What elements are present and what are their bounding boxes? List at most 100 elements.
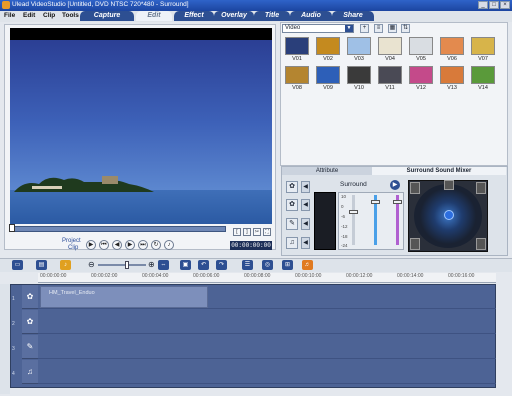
- fader-track-1[interactable]: [352, 195, 355, 245]
- timeline-toolbar: [0, 258, 512, 272]
- video-track-icon[interactable]: ✿: [22, 285, 38, 309]
- zoom-in-icon[interactable]: ⊕: [148, 260, 155, 270]
- auto-music-icon[interactable]: ♬: [302, 260, 313, 270]
- audio-mixer-icon[interactable]: ⊞: [282, 260, 293, 270]
- scale-label: -12: [341, 224, 348, 229]
- menu-tools[interactable]: Tools: [62, 12, 79, 19]
- library-thumbnail[interactable]: [378, 37, 402, 55]
- fader-knob-1[interactable]: [349, 210, 358, 214]
- smart-proxy-icon[interactable]: ◎: [262, 260, 273, 270]
- undo-icon[interactable]: ↶: [198, 260, 209, 270]
- volume-icon[interactable]: ♪: [164, 240, 174, 250]
- insert-media-icon[interactable]: ▣: [180, 260, 191, 270]
- fader-knob-2[interactable]: [371, 200, 380, 204]
- voice-track-icon[interactable]: ✎: [286, 218, 298, 230]
- enlarge-preview-icon[interactable]: ⛶: [263, 228, 271, 236]
- video-clip[interactable]: HM_Travel_Enduo: [40, 286, 208, 308]
- tab-edit[interactable]: Edit: [136, 11, 172, 21]
- track-number: 4: [12, 371, 15, 377]
- trim-end-button[interactable]: ]: [243, 228, 251, 236]
- track-sidebar: [0, 284, 10, 394]
- library-thumbnail[interactable]: [409, 66, 433, 84]
- tab-title[interactable]: Title: [254, 11, 290, 21]
- library-thumbnail[interactable]: [440, 66, 464, 84]
- library-thumbnail-label: V10: [354, 85, 364, 91]
- fit-project-icon[interactable]: ⇔: [158, 260, 169, 270]
- redo-icon[interactable]: ↷: [216, 260, 227, 270]
- overlay-track[interactable]: [38, 310, 496, 334]
- mode-project[interactable]: Project: [62, 238, 81, 244]
- chevron-down-icon: ▼: [345, 25, 353, 32]
- side-arrow-icon[interactable]: ◀: [301, 199, 310, 211]
- side-arrow-icon[interactable]: ◀: [301, 237, 310, 249]
- close-button[interactable]: ×: [500, 1, 510, 9]
- track-number: 1: [12, 296, 15, 302]
- overlay-reel-icon[interactable]: ✿: [286, 199, 298, 211]
- library-thumbnail[interactable]: [409, 37, 433, 55]
- side-arrow-icon[interactable]: ◀: [301, 218, 310, 230]
- clip-name: HM_Travel_Enduo: [49, 290, 95, 296]
- overlay-track-icon[interactable]: ✿: [22, 310, 38, 334]
- tab-share[interactable]: Share: [332, 11, 374, 21]
- menu-clip[interactable]: Clip: [43, 12, 55, 19]
- library-options-icon[interactable]: ≡: [374, 24, 383, 33]
- mode-clip[interactable]: Clip: [68, 245, 78, 251]
- next-frame-icon[interactable]: ▶: [125, 240, 135, 250]
- library-thumbnail-label: V05: [416, 56, 426, 62]
- library-thumbnail[interactable]: [285, 37, 309, 55]
- film-reel-icon[interactable]: ✿: [286, 181, 298, 193]
- library-thumbnail[interactable]: [347, 37, 371, 55]
- menu-file[interactable]: File: [4, 12, 15, 19]
- tab-attribute[interactable]: Attribute: [282, 167, 372, 175]
- library-thumbnail[interactable]: [471, 66, 495, 84]
- storyboard-view-icon[interactable]: ▭: [12, 260, 23, 270]
- tab-effect[interactable]: Effect: [174, 11, 214, 21]
- home-icon[interactable]: ⏮: [99, 240, 109, 250]
- audio-view-icon[interactable]: ♪: [60, 260, 71, 270]
- timeline-view-icon[interactable]: ▤: [36, 260, 47, 270]
- music-track[interactable]: [38, 360, 496, 384]
- timecode-display[interactable]: 00:00:00:00: [230, 241, 272, 250]
- library-thumbnail[interactable]: [347, 66, 371, 84]
- play-mixer-icon[interactable]: ▶: [390, 180, 400, 190]
- surround-position-handle[interactable]: [444, 210, 454, 220]
- voice-track-header-icon[interactable]: ✎: [22, 335, 38, 359]
- scrub-bar[interactable]: [12, 226, 226, 232]
- music-track-header-icon[interactable]: ♫: [22, 360, 38, 384]
- zoom-slider[interactable]: [98, 264, 146, 266]
- menu-edit[interactable]: Edit: [23, 12, 35, 19]
- tab-capture[interactable]: Capture: [80, 11, 134, 21]
- play-icon[interactable]: ▶: [86, 240, 96, 250]
- music-track-icon[interactable]: ♫: [286, 237, 298, 249]
- library-thumbnail[interactable]: [440, 37, 464, 55]
- sort-icon[interactable]: ⇅: [401, 24, 410, 33]
- previous-frame-icon[interactable]: ◀: [112, 240, 122, 250]
- scale-label: 0: [341, 204, 344, 209]
- maximize-button[interactable]: □: [489, 1, 499, 9]
- split-clip-icon[interactable]: ✂: [253, 228, 261, 236]
- zoom-out-icon[interactable]: ⊖: [88, 260, 95, 270]
- library-thumbnail[interactable]: [378, 66, 402, 84]
- library-thumbnail[interactable]: [285, 66, 309, 84]
- timeline-ruler[interactable]: 00:00:00:00 00:00:02:00 00:00:04:00 00:00:0…: [38, 273, 496, 283]
- repeat-icon[interactable]: ↻: [151, 240, 161, 250]
- side-arrow-icon[interactable]: ◀: [301, 181, 310, 193]
- library-thumbnail[interactable]: [471, 37, 495, 55]
- zoom-slider-knob[interactable]: [125, 261, 129, 269]
- library-thumbnail[interactable]: [316, 37, 340, 55]
- scale-label: -24: [341, 243, 348, 248]
- voice-track[interactable]: [38, 335, 496, 359]
- scrub-handle[interactable]: [9, 224, 15, 232]
- tab-audio[interactable]: Audio: [290, 11, 332, 21]
- library-category-select[interactable]: Video ▼: [282, 24, 354, 33]
- end-icon[interactable]: ⏭: [138, 240, 148, 250]
- tab-surround-mixer[interactable]: Surround Sound Mixer: [372, 167, 506, 175]
- view-options-icon[interactable]: ▦: [388, 24, 397, 33]
- add-media-icon[interactable]: +: [360, 24, 369, 33]
- track-manager-icon[interactable]: ☰: [242, 260, 253, 270]
- fader-knob-3[interactable]: [393, 200, 402, 204]
- library-thumbnail[interactable]: [316, 66, 340, 84]
- trim-start-button[interactable]: [: [233, 228, 241, 236]
- tab-overlay[interactable]: Overlay: [214, 11, 254, 21]
- minimize-button[interactable]: _: [478, 1, 488, 9]
